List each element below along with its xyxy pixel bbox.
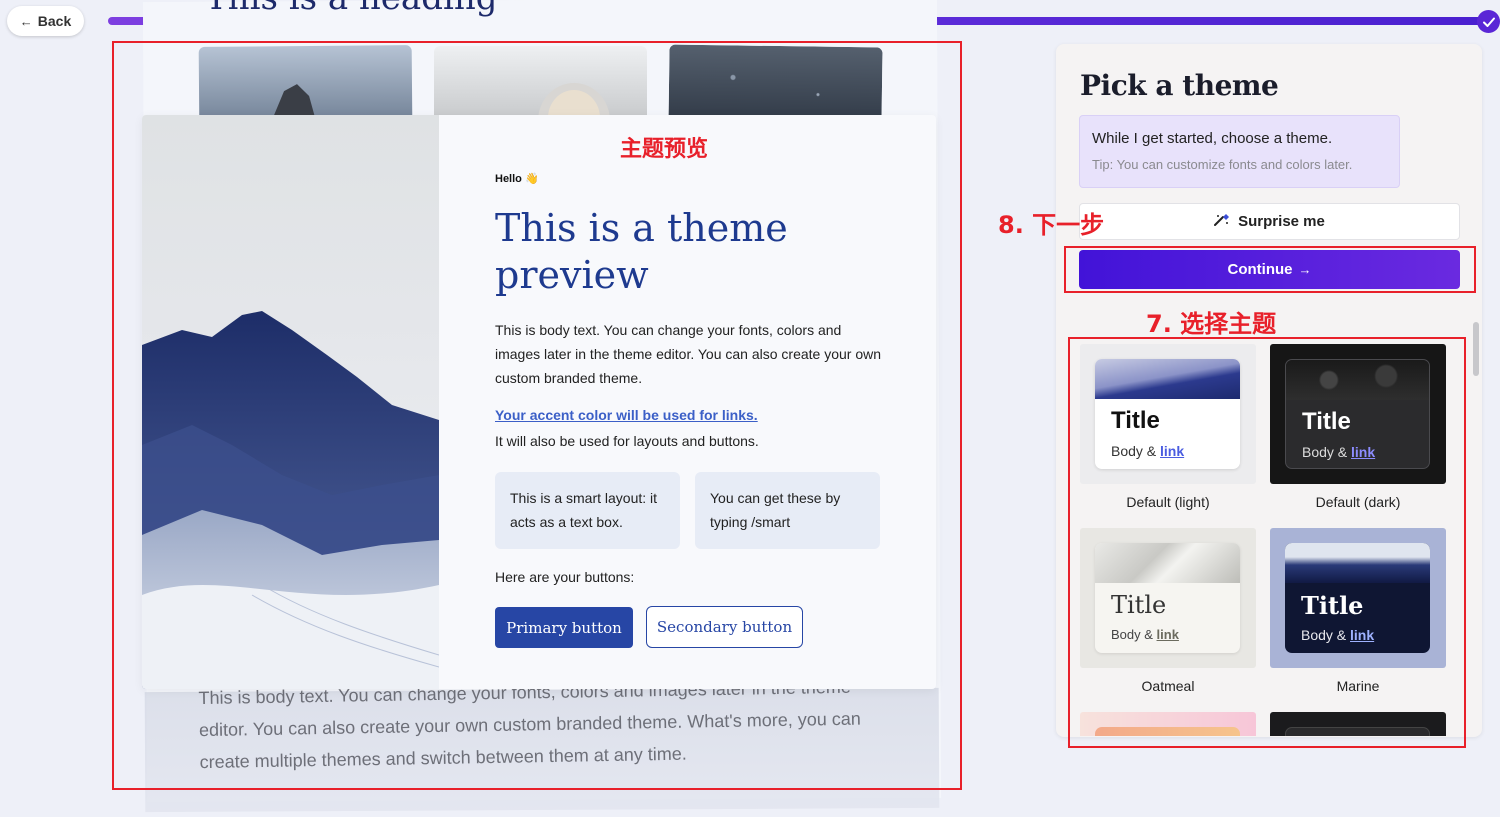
back-label: Back [37, 13, 72, 29]
magic-wand-icon [1214, 213, 1230, 231]
back-button[interactable]: ← Back [7, 6, 84, 36]
check-icon [1477, 10, 1500, 33]
tip-box: While I get started, choose a theme. Tip… [1079, 115, 1400, 188]
tip-main-text: While I get started, choose a theme. [1092, 130, 1333, 147]
scrollbar[interactable] [1473, 322, 1479, 376]
surprise-me-button[interactable]: Surprise me [1079, 203, 1460, 240]
arrow-left-icon: ← [19, 13, 33, 29]
annotation-preview-box [112, 41, 962, 790]
annotation-themes-box [1068, 337, 1466, 748]
tip-sub-text: Tip: You can customize fonts and colors … [1092, 157, 1353, 172]
panel-title: Pick a theme [1080, 69, 1279, 102]
annotation-choose-label: 7. 选择主题 [1146, 310, 1277, 338]
surprise-me-label: Surprise me [1238, 213, 1325, 230]
annotation-preview-label: 主题预览 [620, 137, 709, 162]
annotation-continue-box [1064, 246, 1476, 293]
background-heading: This is a heading [205, 0, 498, 18]
annotation-next-label: 8. 下一步 [998, 211, 1105, 239]
